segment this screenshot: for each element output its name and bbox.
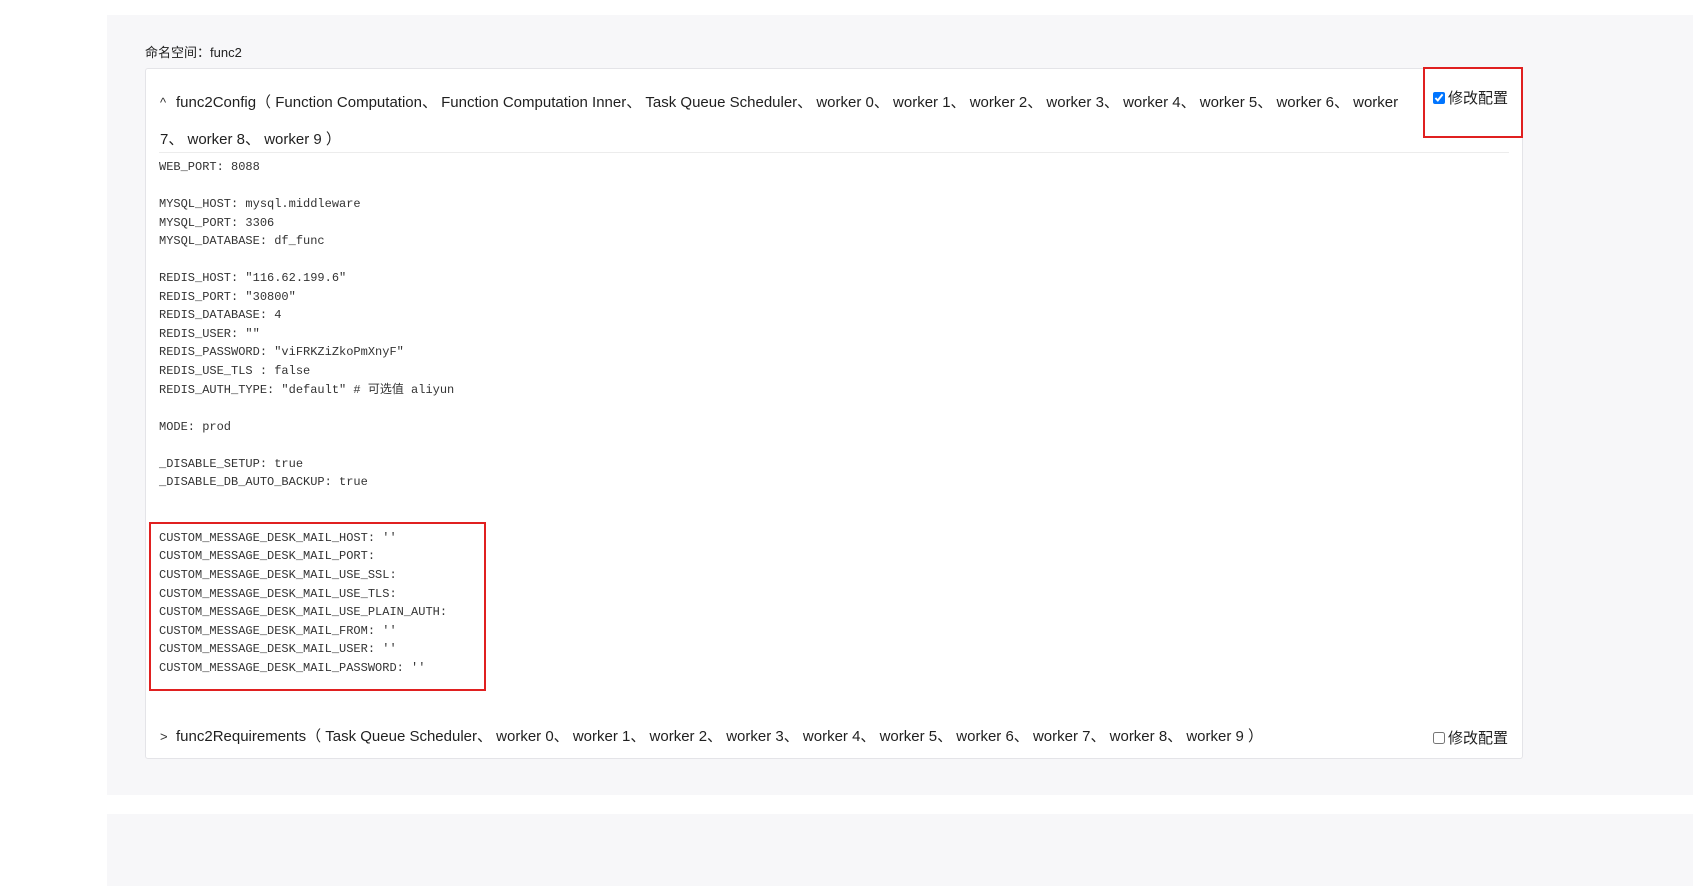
chevron-up-icon[interactable]: ^ [160, 84, 176, 121]
divider [159, 152, 1509, 153]
config-line [159, 436, 454, 455]
namespace-value: func2 [210, 45, 242, 60]
config-line [159, 399, 454, 418]
config-line: REDIS_HOST: "116.62.199.6" [159, 271, 347, 286]
config-line [159, 177, 454, 196]
config-line: MODE: prod [159, 419, 232, 434]
config-line: _DISABLE_SETUP: true [159, 456, 304, 471]
config-line: MYSQL_PORT: 3306 [159, 215, 275, 230]
requirements-edit-label: 修改配置 [1448, 730, 1509, 747]
config-section-header[interactable]: ^ func2Config（ Function Computation、 Func… [160, 84, 1420, 158]
requirements-edit-checkbox[interactable] [1433, 731, 1445, 744]
config-line: WEB_PORT: 8088 [159, 160, 260, 174]
namespace-label: 命名空间：func2 [145, 42, 242, 61]
config-line: REDIS_PORT: "30800" [159, 289, 296, 304]
namespace-label-text: 命名空间： [145, 45, 211, 60]
requirements-section-title: func2Requirements（ Task Queue Scheduler、… [176, 728, 1264, 745]
config-line: REDIS_USE_TLS : false [159, 364, 311, 379]
chevron-right-icon[interactable]: > [160, 727, 176, 747]
config-line [159, 251, 454, 270]
config-line: _DISABLE_DB_AUTO_BACKUP: true [159, 475, 368, 490]
config-line: REDIS_PASSWORD: "viFRKZiZkoPmXnyF" [159, 345, 404, 360]
requirements-section-header[interactable]: > func2Requirements（ Task Queue Scheduler… [160, 727, 1263, 747]
requirements-edit-toggle[interactable]: 修改配置 [1433, 727, 1508, 748]
config-line: REDIS_AUTH_TYPE: "default" # 可选值 aliyun [159, 382, 455, 397]
config-line: MYSQL_HOST: mysql.middleware [159, 197, 361, 212]
highlight-box-mail-settings [149, 522, 486, 691]
config-line [159, 492, 454, 511]
config-line: REDIS_USER: "" [159, 326, 260, 341]
highlight-box-edit-toggle [1423, 67, 1523, 138]
config-section-title: func2Config（ Function Computation、 Funct… [160, 94, 1399, 148]
next-namespace-panel [107, 814, 1693, 886]
config-line: MYSQL_DATABASE: df_func [159, 234, 325, 249]
config-line: REDIS_DATABASE: 4 [159, 308, 282, 323]
